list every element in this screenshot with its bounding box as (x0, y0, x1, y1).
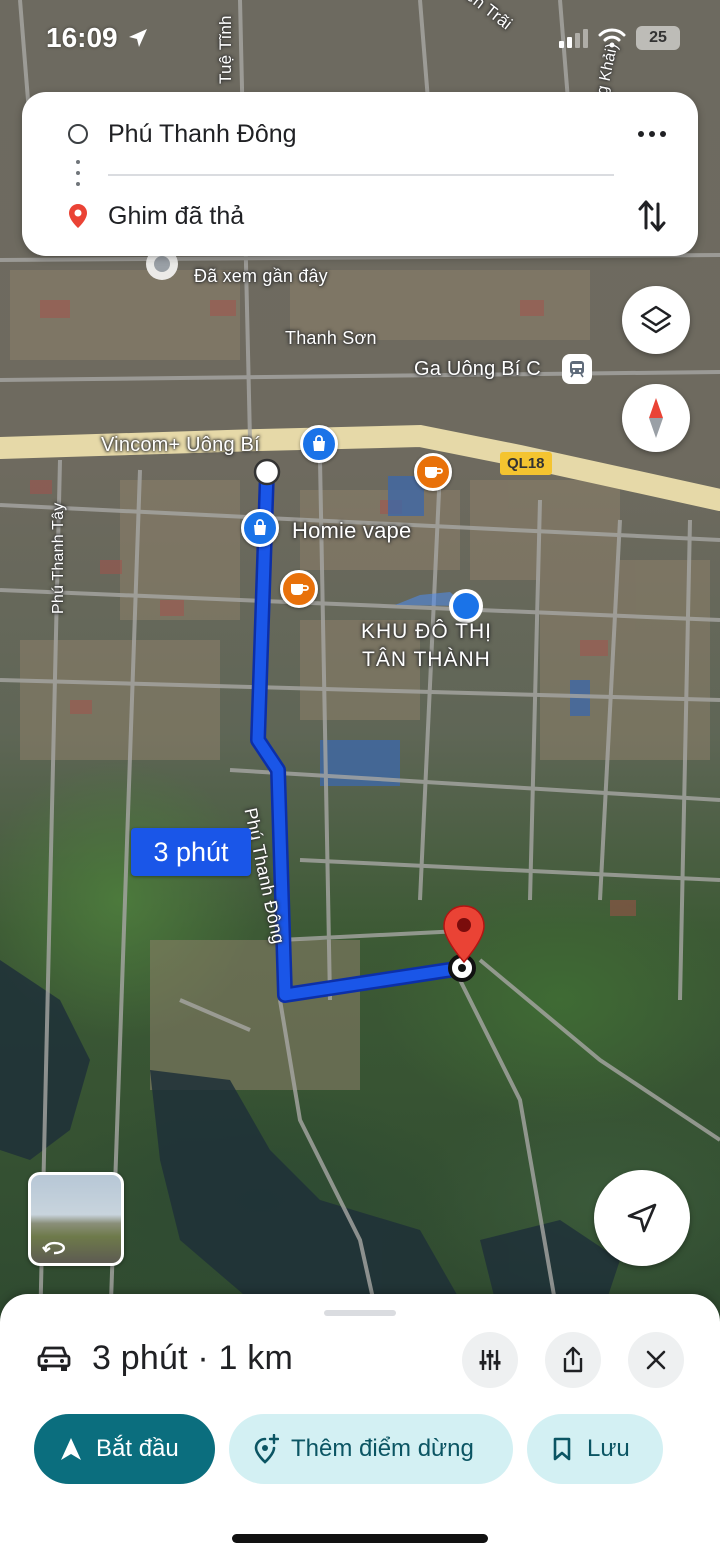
route-dots (75, 160, 81, 186)
district-label-line2: TÂN THÀNH (362, 648, 491, 671)
origin-text[interactable]: Phú Thanh Đông (108, 120, 297, 149)
shopping-bag-icon[interactable] (241, 509, 279, 547)
route-options-button[interactable] (462, 1332, 518, 1388)
close-button[interactable] (628, 1332, 684, 1388)
poi-label-vincom: Vincom+ Uông Bí (101, 434, 260, 456)
close-icon (646, 1350, 666, 1370)
add-stop-label: Thêm điểm dừng (291, 1435, 474, 1462)
route-sheet: 3 phút · 1 km Bắt đầu Thêm điểm dừng Lưu (0, 1294, 720, 1557)
battery-icon: 25 (636, 26, 680, 50)
destination-field[interactable]: Ghim đã thả (22, 186, 698, 246)
recently-viewed-label: Đã xem gần đây (194, 266, 328, 286)
save-label: Lưu (587, 1435, 630, 1462)
save-button[interactable]: Lưu (527, 1414, 663, 1484)
status-indicators: 25 (558, 26, 680, 50)
status-time: 16:09 (46, 22, 149, 54)
start-button-label: Bắt đầu (96, 1435, 179, 1462)
cafe-icon[interactable] (280, 570, 318, 608)
share-button[interactable] (545, 1332, 601, 1388)
time-text: 16:09 (46, 22, 118, 53)
add-place-icon (254, 1434, 279, 1464)
station-label: Ga Uông Bí C (414, 358, 541, 380)
poi-label-homie-vape: Homie vape (292, 518, 412, 543)
directions-card: Phú Thanh Đông Ghim đã thả (22, 92, 698, 256)
district-label-line1: KHU ĐÔ THỊ (361, 620, 492, 643)
my-location-icon (627, 1203, 657, 1233)
swap-icon[interactable] (632, 194, 672, 238)
home-indicator[interactable] (232, 1534, 488, 1543)
route-options-icon (479, 1350, 501, 1370)
signal-icon (559, 29, 588, 48)
shopping-bag-icon[interactable] (300, 425, 338, 463)
start-button[interactable]: Bắt đầu (34, 1414, 215, 1484)
train-icon[interactable] (562, 354, 592, 384)
layers-button[interactable] (622, 286, 690, 354)
field-divider (108, 174, 614, 176)
origin-circle-icon (68, 124, 88, 144)
status-bar: 16:09 25 (0, 0, 720, 80)
share-icon (563, 1346, 583, 1373)
route-duration-label[interactable]: 3 phút (131, 828, 251, 876)
street-view-thumbnail[interactable] (28, 1172, 124, 1266)
route-summary-text: 3 phút · 1 km (92, 1338, 294, 1377)
my-location-button[interactable] (594, 1170, 690, 1266)
compass-button[interactable] (622, 384, 690, 452)
origin-field[interactable]: Phú Thanh Đông (22, 104, 698, 164)
destination-pin-icon (69, 204, 87, 228)
car-icon (37, 1346, 71, 1371)
location-arrow-icon (129, 29, 148, 47)
street-label-phu-thanh-tay: Phú Thanh Tây (50, 502, 67, 614)
navigation-arrow-icon (61, 1438, 81, 1460)
highway-shield-ql18: QL18 (500, 452, 552, 475)
bookmark-icon (553, 1437, 571, 1461)
add-stop-button[interactable]: Thêm điểm dừng (229, 1414, 513, 1484)
wifi-icon (598, 28, 626, 48)
more-icon[interactable] (632, 116, 672, 152)
cafe-icon[interactable] (414, 453, 452, 491)
route-summary: 3 phút · 1 km (36, 1336, 293, 1380)
destination-text[interactable]: Ghim đã thả (108, 202, 244, 231)
sheet-grabber[interactable] (324, 1310, 396, 1316)
area-label-thanh-son: Thanh Sơn (285, 328, 377, 348)
compass-icon (649, 398, 663, 438)
street-view-rotate-icon (42, 1241, 65, 1255)
red-pin-icon[interactable] (442, 904, 486, 964)
layers-icon (640, 305, 672, 334)
